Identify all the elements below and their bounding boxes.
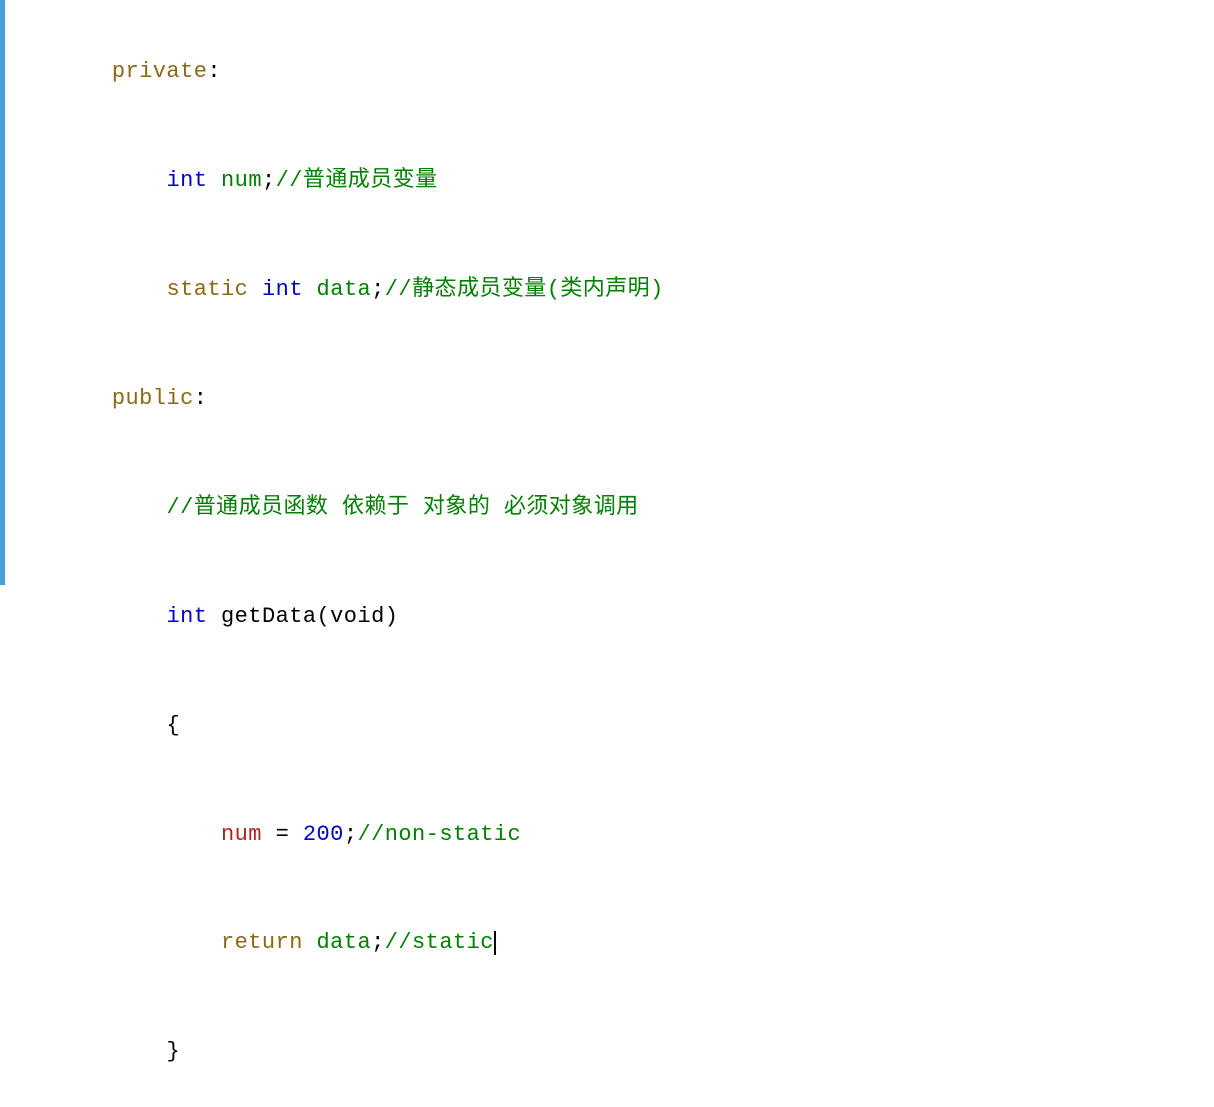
code-block: private: int num;//普通成员变量 static int dat… <box>30 18 1184 1107</box>
code-line-9: return data;//static <box>30 889 1184 998</box>
code-line-1: private: <box>30 18 1184 127</box>
comment-3: //普通成员函数 依赖于 对象的 必须对象调用 <box>166 495 638 520</box>
comment-4: //non-static <box>357 822 521 847</box>
code-line-4: public: <box>30 345 1184 454</box>
close-brace: } <box>166 1039 180 1064</box>
code-line-10: } <box>30 998 1184 1107</box>
code-line-7: { <box>30 671 1184 780</box>
code-line-2: int num;//普通成员变量 <box>30 127 1184 236</box>
keyword-private: private <box>112 59 208 84</box>
text-cursor <box>494 931 496 955</box>
var-data-2: data <box>317 930 372 955</box>
keyword-static: static <box>166 277 248 302</box>
comment-1: //普通成员变量 <box>276 168 438 193</box>
keyword-return: return <box>221 930 303 955</box>
comment-5: //static <box>385 930 494 955</box>
open-brace: { <box>166 713 180 738</box>
comment-2: //静态成员变量(类内声明) <box>385 277 664 302</box>
var-data: data <box>317 277 372 302</box>
var-num: num <box>221 168 262 193</box>
keyword-int-1: int <box>166 168 207 193</box>
code-line-5: //普通成员函数 依赖于 对象的 必须对象调用 <box>30 454 1184 563</box>
keyword-public: public <box>112 386 194 411</box>
code-line-3: static int data;//静态成员变量(类内声明) <box>30 236 1184 345</box>
code-line-6: int getData(void) <box>30 562 1184 671</box>
var-num-2: num <box>221 822 262 847</box>
code-editor: private: int num;//普通成员变量 static int dat… <box>0 0 1214 585</box>
keyword-int-3: int <box>166 604 207 629</box>
keyword-int-2: int <box>262 277 303 302</box>
number-200: 200 <box>303 822 344 847</box>
code-line-8: num = 200;//non-static <box>30 780 1184 889</box>
